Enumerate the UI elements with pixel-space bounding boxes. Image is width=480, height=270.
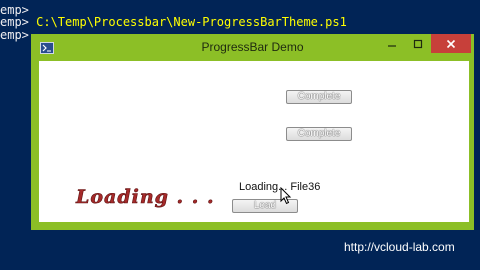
console-command: C:\Temp\Processbar\New-ProgressBarTheme.… bbox=[28, 15, 347, 29]
close-icon bbox=[446, 39, 456, 48]
console-prompt: emp> bbox=[0, 28, 29, 42]
minimize-icon bbox=[388, 44, 396, 47]
close-button[interactable] bbox=[431, 34, 471, 53]
progressbar-demo-window: ProgressBar Demo Complete Complete Loadi… bbox=[31, 34, 474, 230]
complete-button-1[interactable]: Complete bbox=[286, 90, 352, 104]
console-line: emp> bbox=[0, 28, 29, 42]
loading-art-text: Loading . . . bbox=[75, 186, 215, 208]
console-line: emp> C:\Temp\Processbar\New-ProgressBarT… bbox=[0, 15, 347, 29]
maximize-button[interactable] bbox=[405, 34, 431, 53]
console-prompt: emp> bbox=[0, 15, 29, 29]
mouse-pointer-icon bbox=[280, 187, 292, 205]
minimize-button[interactable] bbox=[379, 34, 405, 53]
titlebar[interactable]: ProgressBar Demo bbox=[31, 34, 474, 60]
window-client-area: Complete Complete Loading . . . Loading.… bbox=[39, 61, 469, 222]
complete-button-2[interactable]: Complete bbox=[286, 127, 352, 141]
loading-graphic: Loading . . . bbox=[75, 186, 215, 209]
watermark-url: http://vcloud-lab.com bbox=[344, 240, 455, 254]
maximize-icon bbox=[413, 39, 423, 48]
